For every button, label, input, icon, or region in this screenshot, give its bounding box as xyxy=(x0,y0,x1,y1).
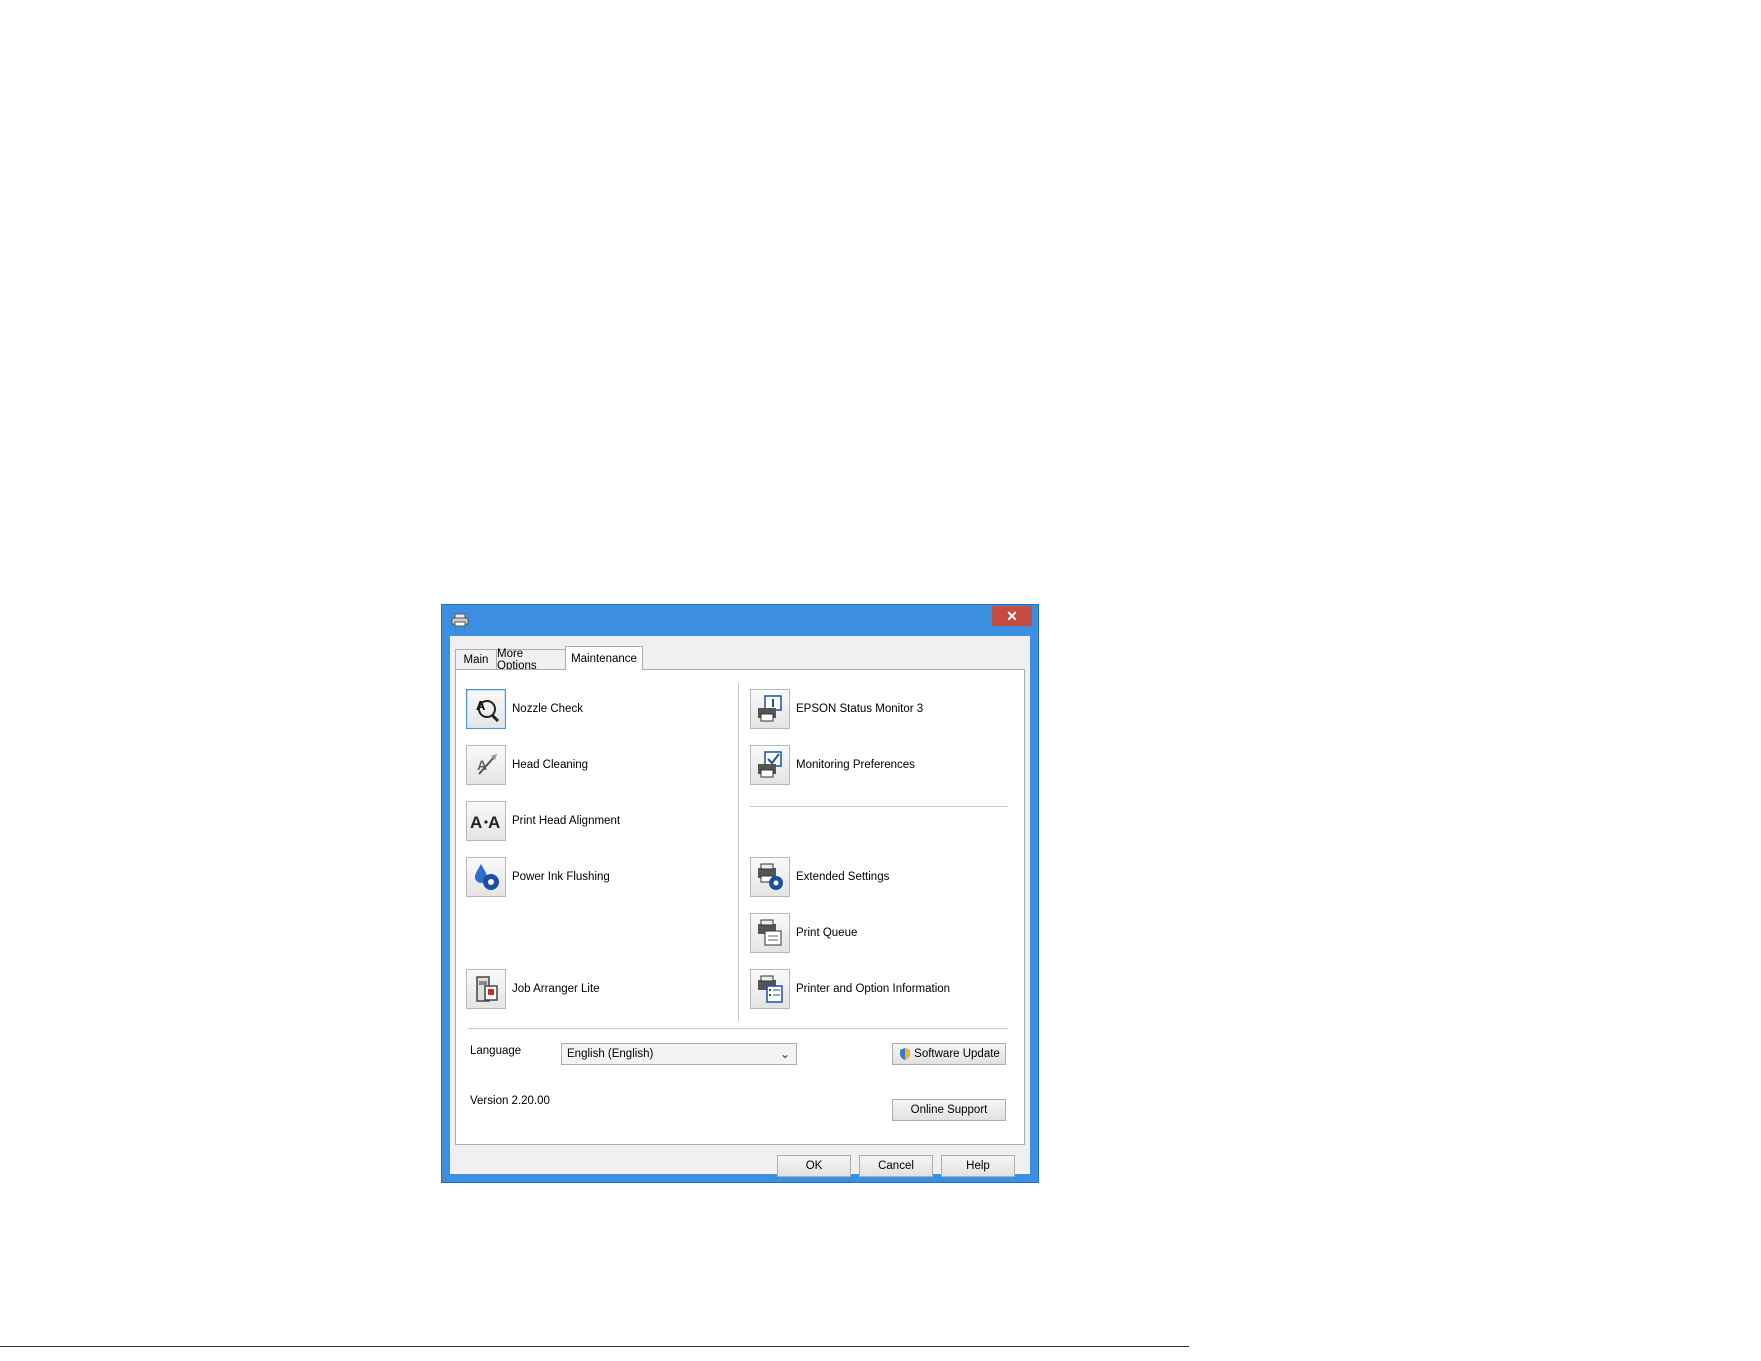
language-select[interactable]: English (English) ⌄ xyxy=(561,1043,797,1065)
cancel-button[interactable]: Cancel xyxy=(859,1155,933,1177)
nozzle-check-button[interactable]: A xyxy=(466,689,506,729)
print-queue-icon xyxy=(758,919,782,946)
power-ink-flushing-item[interactable]: Power Ink Flushing xyxy=(466,856,610,898)
status-monitor-button[interactable] xyxy=(750,689,790,729)
dialog-client-area: Main More Options Maintenance A Nozzle C… xyxy=(450,636,1030,1177)
monitoring-preferences-icon xyxy=(758,751,782,778)
help-button[interactable]: Help xyxy=(941,1155,1015,1177)
tab-more-options[interactable]: More Options xyxy=(496,648,566,672)
page-rule xyxy=(0,1346,1189,1347)
printer-option-info-item[interactable]: Printer and Option Information xyxy=(750,968,950,1010)
status-monitor-icon xyxy=(758,695,782,722)
head-cleaning-label: Head Cleaning xyxy=(512,759,589,771)
ink-flushing-icon xyxy=(475,864,499,890)
monitoring-preferences-label: Monitoring Preferences xyxy=(796,759,915,771)
monitoring-preferences-button[interactable] xyxy=(750,745,790,785)
status-monitor-label: EPSON Status Monitor 3 xyxy=(796,703,924,715)
close-button[interactable]: ✕ xyxy=(992,606,1032,626)
print-queue-label: Print Queue xyxy=(796,927,858,939)
printer-option-info-label: Printer and Option Information xyxy=(796,983,951,995)
tab-main[interactable]: Main xyxy=(455,649,497,669)
maintenance-panel: A Nozzle Check A Head Cleaning A A Print… xyxy=(455,669,1025,1145)
nozzle-check-label: Nozzle Check xyxy=(512,703,583,715)
extended-settings-label: Extended Settings xyxy=(796,871,890,883)
language-select-value: English (English) xyxy=(567,1048,654,1060)
svg-text:A: A xyxy=(470,813,482,832)
tab-maintenance[interactable]: Maintenance xyxy=(565,646,643,670)
print-queue-button[interactable] xyxy=(750,913,790,953)
printer-preferences-window: ✕ Main More Options Maintenance A Nozzle… xyxy=(441,604,1039,1183)
bottom-divider xyxy=(468,1028,1008,1029)
right-divider xyxy=(750,806,1008,807)
printer-icon xyxy=(451,613,469,627)
job-arranger-lite-button[interactable] xyxy=(466,969,506,1009)
printer-option-info-button[interactable] xyxy=(750,969,790,1009)
power-ink-flushing-label: Power Ink Flushing xyxy=(512,871,610,883)
version-text: Version 2.20.00 xyxy=(470,1095,550,1107)
head-cleaning-item[interactable]: A Head Cleaning xyxy=(466,744,588,786)
extended-settings-icon xyxy=(758,863,783,890)
shield-icon xyxy=(900,1048,911,1060)
extended-settings-item[interactable]: Extended Settings xyxy=(750,856,889,898)
job-arranger-lite-item[interactable]: Job Arranger Lite xyxy=(466,968,600,1010)
vertical-divider xyxy=(738,683,739,1021)
power-ink-flushing-button[interactable] xyxy=(466,857,506,897)
head-alignment-icon: A A xyxy=(470,813,500,832)
job-arranger-lite-label: Job Arranger Lite xyxy=(512,983,600,995)
printer-info-icon xyxy=(758,975,783,1003)
print-queue-item[interactable]: Print Queue xyxy=(750,912,857,954)
head-cleaning-icon: A xyxy=(477,754,497,775)
svg-text:A: A xyxy=(488,813,500,832)
print-head-alignment-item[interactable]: A A Print Head Alignment xyxy=(466,800,620,842)
status-monitor-item[interactable]: EPSON Status Monitor 3 xyxy=(750,688,923,730)
head-cleaning-button[interactable]: A xyxy=(466,745,506,785)
nozzle-check-icon: A xyxy=(476,698,500,723)
extended-settings-button[interactable] xyxy=(750,857,790,897)
software-update-button[interactable]: Software Update xyxy=(892,1043,1006,1065)
language-label: Language xyxy=(470,1045,522,1057)
ok-button[interactable]: OK xyxy=(777,1155,851,1177)
nozzle-check-item[interactable]: A Nozzle Check xyxy=(466,688,583,730)
job-arranger-icon xyxy=(476,976,498,1002)
svg-text:A: A xyxy=(476,698,486,713)
chevron-down-icon: ⌄ xyxy=(779,1047,790,1061)
online-support-button[interactable]: Online Support xyxy=(892,1099,1006,1121)
print-head-alignment-button[interactable]: A A xyxy=(466,801,506,841)
monitoring-preferences-item[interactable]: Monitoring Preferences xyxy=(750,744,915,786)
print-head-alignment-label: Print Head Alignment xyxy=(512,815,621,827)
title-bar[interactable]: ✕ xyxy=(442,605,1038,635)
software-update-label: Software Update xyxy=(914,1048,1000,1060)
